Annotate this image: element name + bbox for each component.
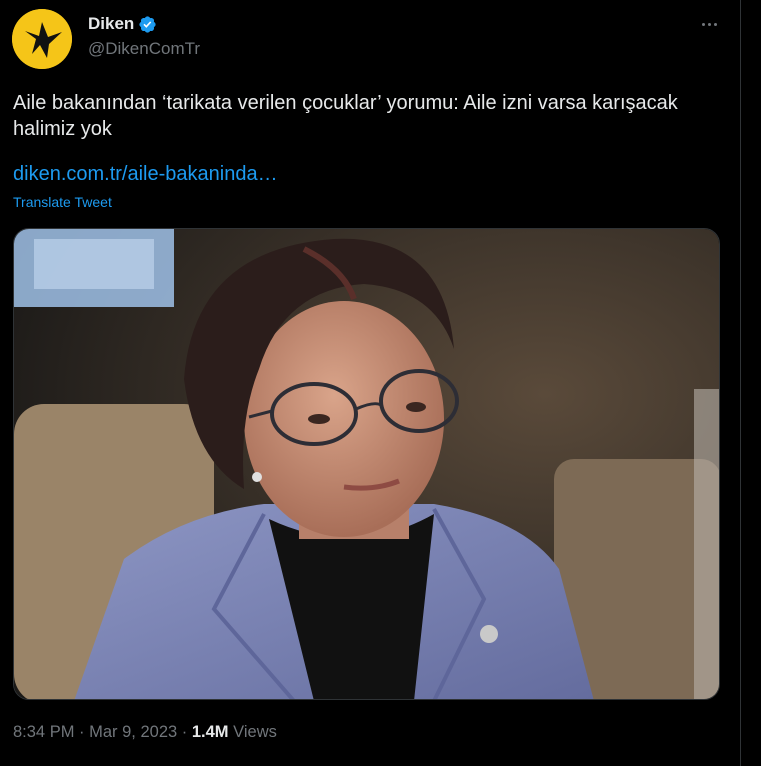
tweet-photo[interactable]: [13, 228, 720, 700]
more-options-dot: [707, 22, 711, 26]
meta-separator: ·: [74, 723, 90, 741]
tweet-date[interactable]: Mar 9, 2023: [89, 723, 177, 742]
author-name-row: Diken: [88, 14, 157, 34]
tweet-metadata: 8:34 PM · Mar 9, 2023 · 1.4M Views: [13, 723, 277, 742]
more-options-dot: [713, 22, 717, 26]
tweet-time[interactable]: 8:34 PM: [13, 723, 74, 742]
more-options-icon: [701, 22, 705, 26]
tweet-text: Aile bakanından ‘tarikata verilen çocukl…: [13, 92, 678, 140]
timeline-divider: [740, 0, 741, 766]
verified-badge-icon: [139, 15, 156, 33]
handle[interactable]: @DikenComTr: [88, 39, 200, 59]
article-link[interactable]: diken.com.tr/aile-bakaninda…: [13, 163, 278, 186]
views-count: 1.4M: [191, 723, 229, 741]
display-name[interactable]: Diken: [88, 14, 134, 34]
views-label: Views: [233, 723, 277, 741]
translate-tweet-link[interactable]: Translate Tweet: [13, 194, 112, 210]
diken-logo-icon: [12, 9, 72, 69]
meta-separator: ·: [177, 723, 192, 741]
photo-illustration: [14, 229, 719, 699]
avatar[interactable]: [12, 9, 72, 69]
more-options-button[interactable]: [694, 12, 724, 36]
tweet[interactable]: Diken @DikenComTr Aile bakanından ‘tarik…: [0, 0, 740, 766]
